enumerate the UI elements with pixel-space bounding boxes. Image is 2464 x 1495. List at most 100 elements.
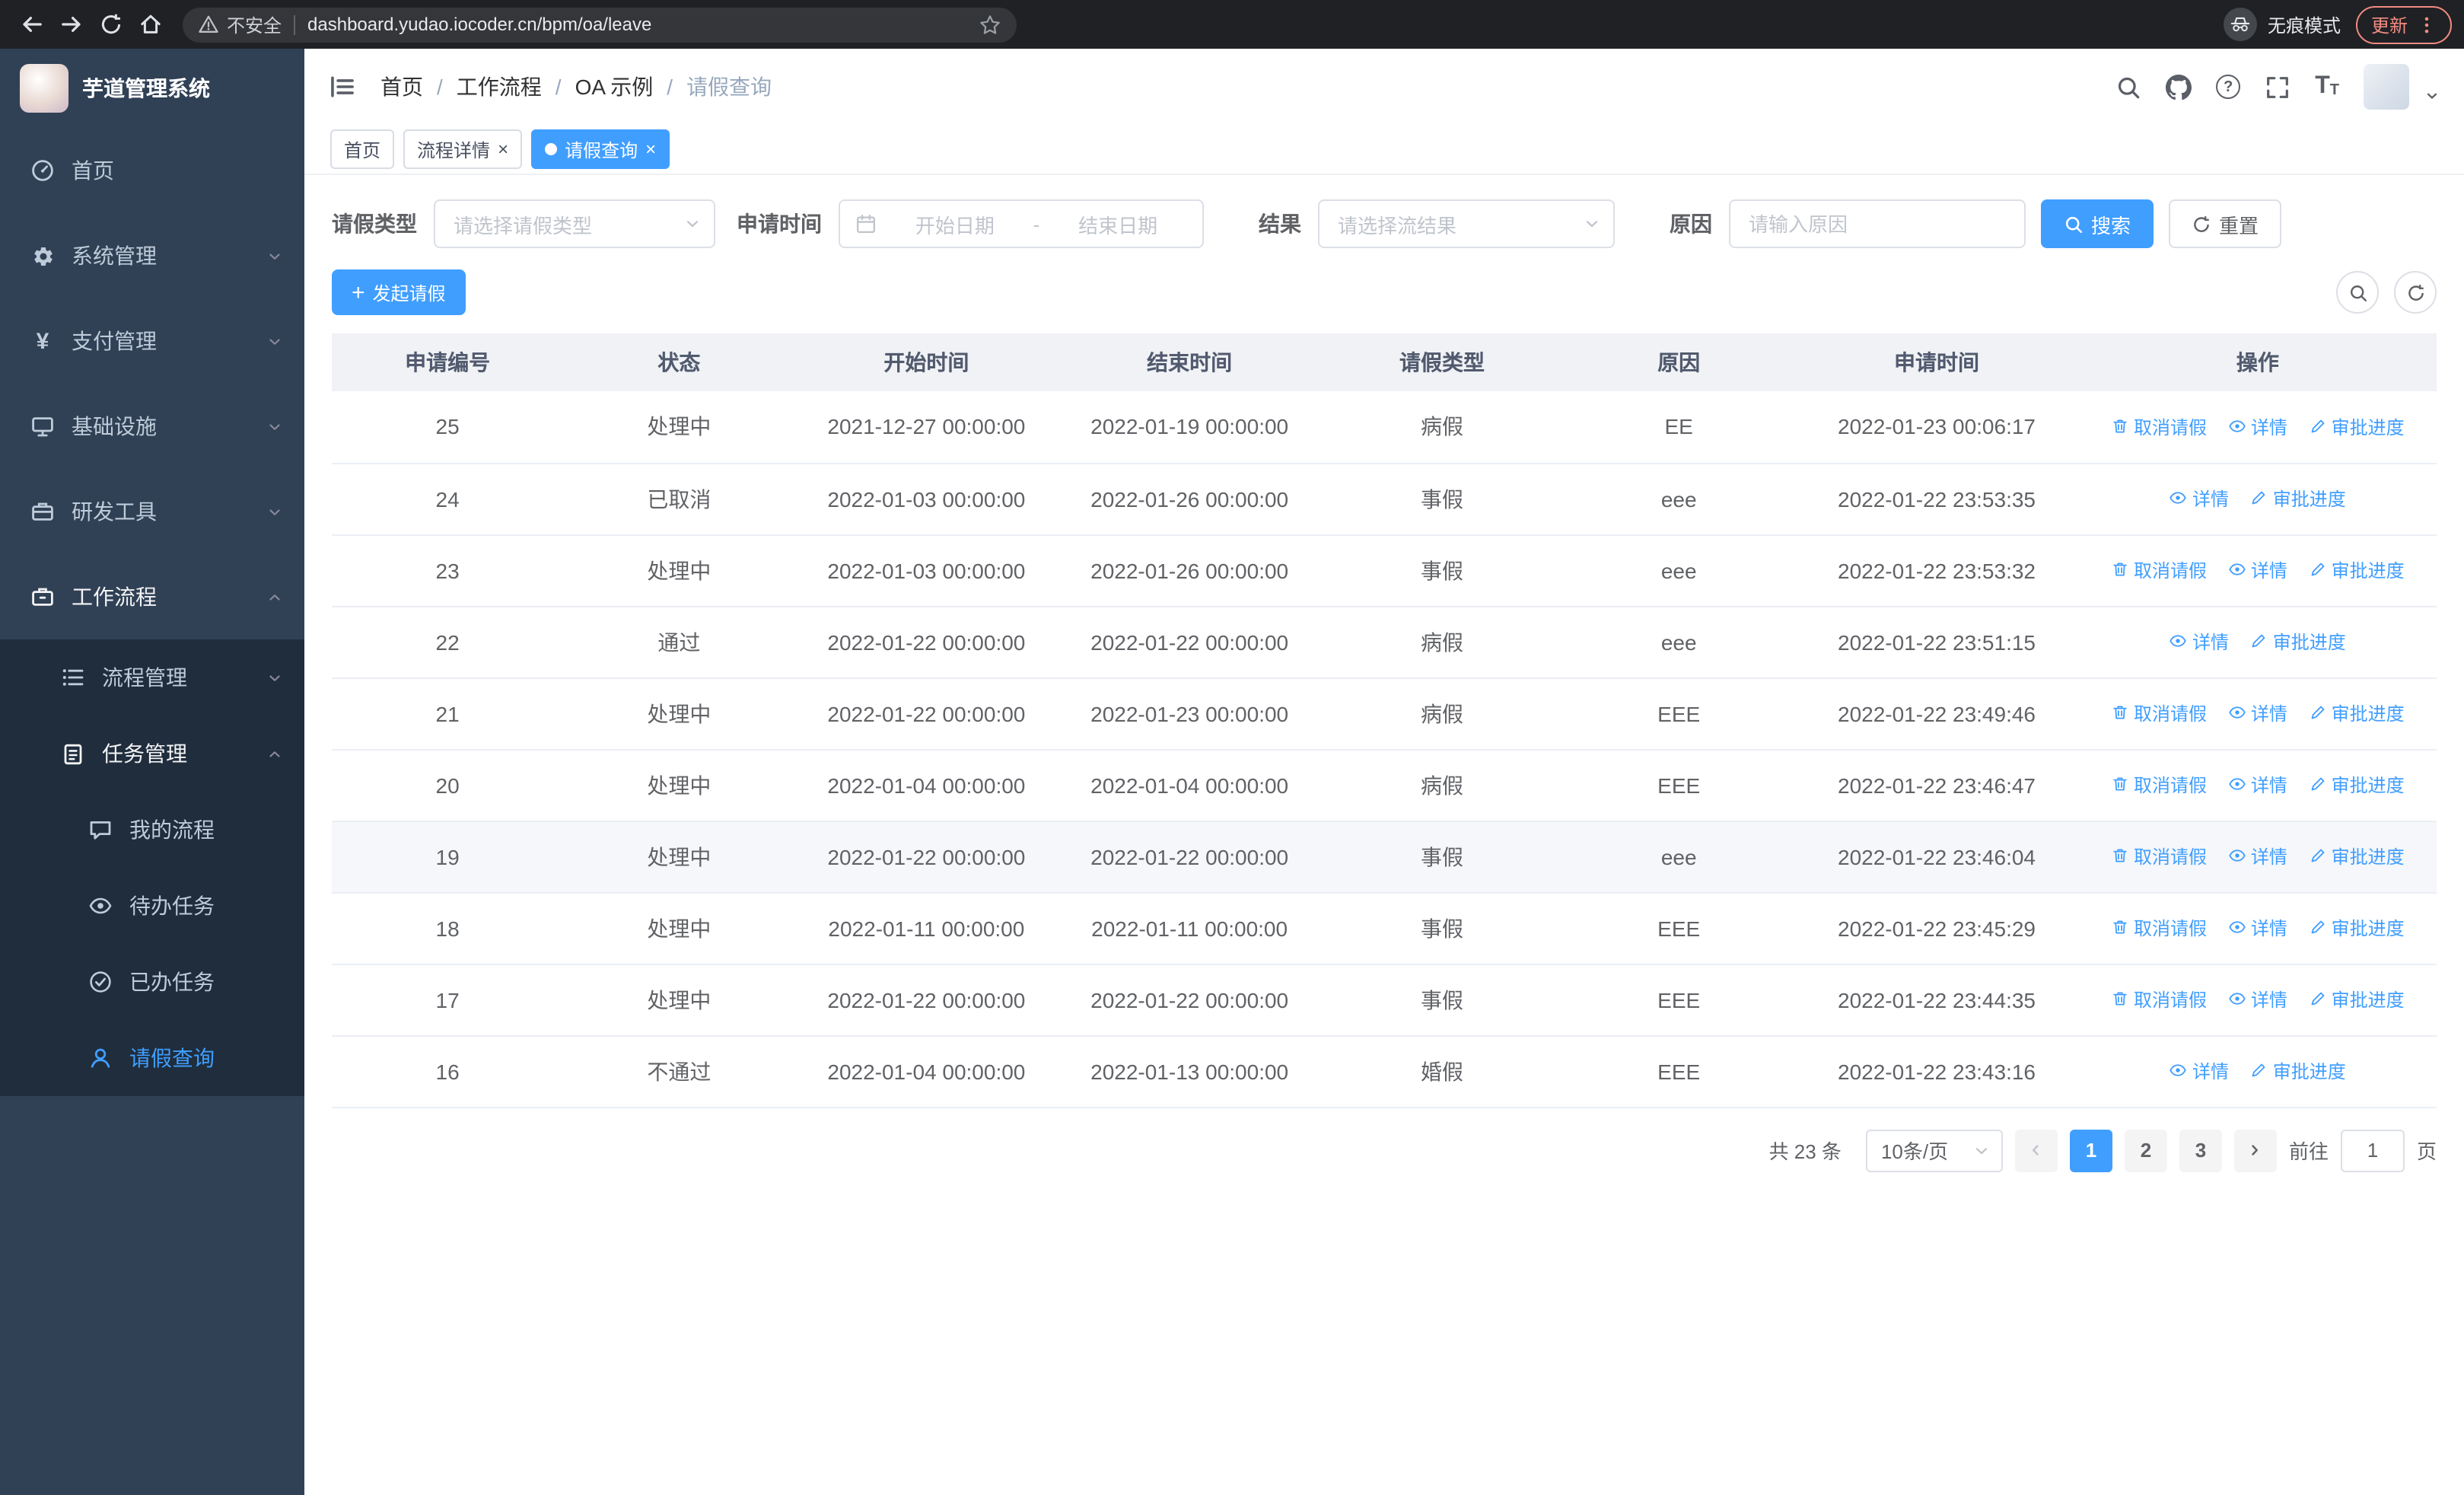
- next-page-button[interactable]: [2233, 1129, 2277, 1171]
- font-size-icon[interactable]: [2315, 75, 2339, 99]
- url-text[interactable]: dashboard.yudao.iocoder.cn/bpm/oa/leave: [307, 14, 651, 35]
- home-icon[interactable]: [131, 5, 170, 44]
- table-row[interactable]: 20 处理中 2022-01-04 00:00:00 2022-01-04 00…: [332, 749, 2437, 821]
- table-row[interactable]: 18 处理中 2022-01-11 00:00:00 2022-01-11 00…: [332, 892, 2437, 964]
- browser-update-button[interactable]: 更新: [2355, 5, 2452, 43]
- search-button[interactable]: 搜索: [2041, 199, 2154, 248]
- cell-start-time: 2022-01-04 00:00:00: [794, 1035, 1059, 1108]
- tab-leave-query[interactable]: 请假查询: [531, 129, 670, 169]
- workflow-submenu: 流程管理 任务管理 我的流程 待办任务 已办任务 请假查询: [0, 639, 304, 1096]
- collapse-sidebar-icon[interactable]: [329, 73, 356, 100]
- tab-home[interactable]: 首页: [330, 129, 395, 169]
- detail-link[interactable]: 详情: [2228, 915, 2287, 941]
- cell-start-time: 2021-12-27 00:00:00: [794, 391, 1059, 464]
- sidebar-item-home[interactable]: 首页: [0, 128, 304, 213]
- sidebar-item-todo-tasks[interactable]: 待办任务: [0, 868, 304, 944]
- refresh-table-button[interactable]: [2394, 271, 2437, 314]
- search-icon[interactable]: [2115, 74, 2141, 100]
- approval-progress-link[interactable]: 审批进度: [2309, 843, 2405, 869]
- approval-progress-link[interactable]: 审批进度: [2250, 486, 2346, 512]
- help-icon[interactable]: [2216, 75, 2241, 99]
- cell-apply-time: 2022-01-22 23:43:16: [1794, 1035, 2079, 1108]
- detail-link[interactable]: 详情: [2170, 629, 2229, 655]
- cell-start-time: 2022-01-11 00:00:00: [794, 892, 1059, 964]
- approval-progress-link[interactable]: 审批进度: [2309, 772, 2405, 798]
- sidebar-item-devtools[interactable]: 研发工具: [0, 469, 304, 554]
- breadcrumb-oa-example[interactable]: OA 示例: [575, 72, 687, 102]
- cancel-leave-link[interactable]: 取消请假: [2111, 772, 2207, 798]
- approval-progress-link[interactable]: 审批进度: [2309, 557, 2405, 583]
- cancel-leave-link[interactable]: 取消请假: [2111, 915, 2207, 941]
- github-icon[interactable]: [2166, 74, 2192, 100]
- fullscreen-icon[interactable]: [2265, 74, 2291, 100]
- page-button-1[interactable]: 1: [2069, 1129, 2112, 1171]
- detail-link[interactable]: 详情: [2228, 413, 2287, 439]
- kebab-menu-icon[interactable]: [2417, 14, 2437, 34]
- table-row[interactable]: 25 处理中 2021-12-27 00:00:00 2022-01-19 00…: [332, 391, 2437, 464]
- detail-link[interactable]: 详情: [2228, 843, 2287, 869]
- forward-icon[interactable]: [52, 5, 91, 44]
- create-leave-button[interactable]: 发起请假: [332, 269, 466, 315]
- detail-link[interactable]: 详情: [2170, 486, 2229, 512]
- table-row[interactable]: 21 处理中 2022-01-22 00:00:00 2022-01-23 00…: [332, 677, 2437, 750]
- breadcrumb-workflow[interactable]: 工作流程: [457, 72, 575, 102]
- page-size-select[interactable]: 10条/页: [1865, 1129, 2003, 1171]
- table-row[interactable]: 23 处理中 2022-01-03 00:00:00 2022-01-26 00…: [332, 534, 2437, 607]
- toggle-search-button[interactable]: [2336, 271, 2379, 314]
- user-avatar[interactable]: [2364, 64, 2409, 110]
- close-icon[interactable]: [645, 140, 656, 158]
- table-row[interactable]: 19 处理中 2022-01-22 00:00:00 2022-01-22 00…: [332, 821, 2437, 893]
- sidebar-item-process-management[interactable]: 流程管理: [0, 639, 304, 716]
- warning-icon[interactable]: [198, 14, 219, 35]
- breadcrumb-home[interactable]: 首页: [380, 72, 457, 102]
- address-bar[interactable]: 不安全 dashboard.yudao.iocoder.cn/bpm/oa/le…: [183, 7, 1017, 42]
- sidebar-item-task-management[interactable]: 任务管理: [0, 716, 304, 792]
- leave-type-select[interactable]: 请选择请假类型: [434, 199, 715, 248]
- approval-progress-link[interactable]: 审批进度: [2309, 915, 2405, 941]
- approval-progress-link[interactable]: 审批进度: [2250, 629, 2346, 655]
- approval-progress-link[interactable]: 审批进度: [2250, 1058, 2346, 1084]
- table-row[interactable]: 24 已取消 2022-01-03 00:00:00 2022-01-26 00…: [332, 463, 2437, 535]
- detail-link[interactable]: 详情: [2228, 987, 2287, 1012]
- reload-icon[interactable]: [91, 5, 131, 44]
- reset-button[interactable]: 重置: [2169, 199, 2282, 248]
- page-button-2[interactable]: 2: [2124, 1129, 2167, 1171]
- detail-link[interactable]: 详情: [2170, 1058, 2229, 1084]
- trash-icon: [2113, 920, 2127, 935]
- goto-page-input[interactable]: [2340, 1129, 2405, 1171]
- reason-input[interactable]: [1729, 199, 2026, 248]
- security-label[interactable]: 不安全: [227, 11, 282, 37]
- sidebar-item-done-tasks[interactable]: 已办任务: [0, 944, 304, 1020]
- sidebar-item-my-process[interactable]: 我的流程: [0, 792, 304, 868]
- bookmark-star-icon[interactable]: [979, 13, 1001, 36]
- approval-progress-link[interactable]: 审批进度: [2309, 413, 2405, 439]
- cell-leave-type: 病假: [1321, 677, 1564, 750]
- cancel-leave-link[interactable]: 取消请假: [2111, 843, 2207, 869]
- close-icon[interactable]: [498, 140, 508, 158]
- detail-link[interactable]: 详情: [2228, 772, 2287, 798]
- page-button-3[interactable]: 3: [2179, 1129, 2222, 1171]
- cancel-leave-link[interactable]: 取消请假: [2111, 557, 2207, 583]
- chevron-down-icon[interactable]: [2424, 88, 2440, 104]
- sidebar-item-payment[interactable]: 支付管理: [0, 298, 304, 384]
- detail-link[interactable]: 详情: [2228, 557, 2287, 583]
- table-row[interactable]: 17 处理中 2022-01-22 00:00:00 2022-01-22 00…: [332, 964, 2437, 1036]
- result-select[interactable]: 请选择流结果: [1318, 199, 1615, 248]
- approval-progress-link[interactable]: 审批进度: [2309, 700, 2405, 726]
- sidebar-item-system[interactable]: 系统管理: [0, 213, 304, 298]
- approval-progress-link[interactable]: 审批进度: [2309, 987, 2405, 1012]
- prev-page-button[interactable]: [2014, 1129, 2058, 1171]
- sidebar-item-workflow[interactable]: 工作流程: [0, 554, 304, 639]
- sidebar-item-leave-query[interactable]: 请假查询: [0, 1020, 304, 1096]
- apply-time-range-picker[interactable]: 开始日期 - 结束日期: [839, 199, 1204, 248]
- cancel-leave-link[interactable]: 取消请假: [2111, 413, 2207, 439]
- table-row[interactable]: 16 不通过 2022-01-04 00:00:00 2022-01-13 00…: [332, 1035, 2437, 1108]
- cancel-leave-link[interactable]: 取消请假: [2111, 987, 2207, 1012]
- cancel-leave-link[interactable]: 取消请假: [2111, 700, 2207, 726]
- sidebar-item-infrastructure[interactable]: 基础设施: [0, 384, 304, 469]
- back-icon[interactable]: [12, 5, 52, 44]
- cell-end-time: 2022-01-26 00:00:00: [1058, 463, 1321, 535]
- table-row[interactable]: 22 通过 2022-01-22 00:00:00 2022-01-22 00:…: [332, 606, 2437, 678]
- detail-link[interactable]: 详情: [2228, 700, 2287, 726]
- tab-process-detail[interactable]: 流程详情: [403, 129, 523, 169]
